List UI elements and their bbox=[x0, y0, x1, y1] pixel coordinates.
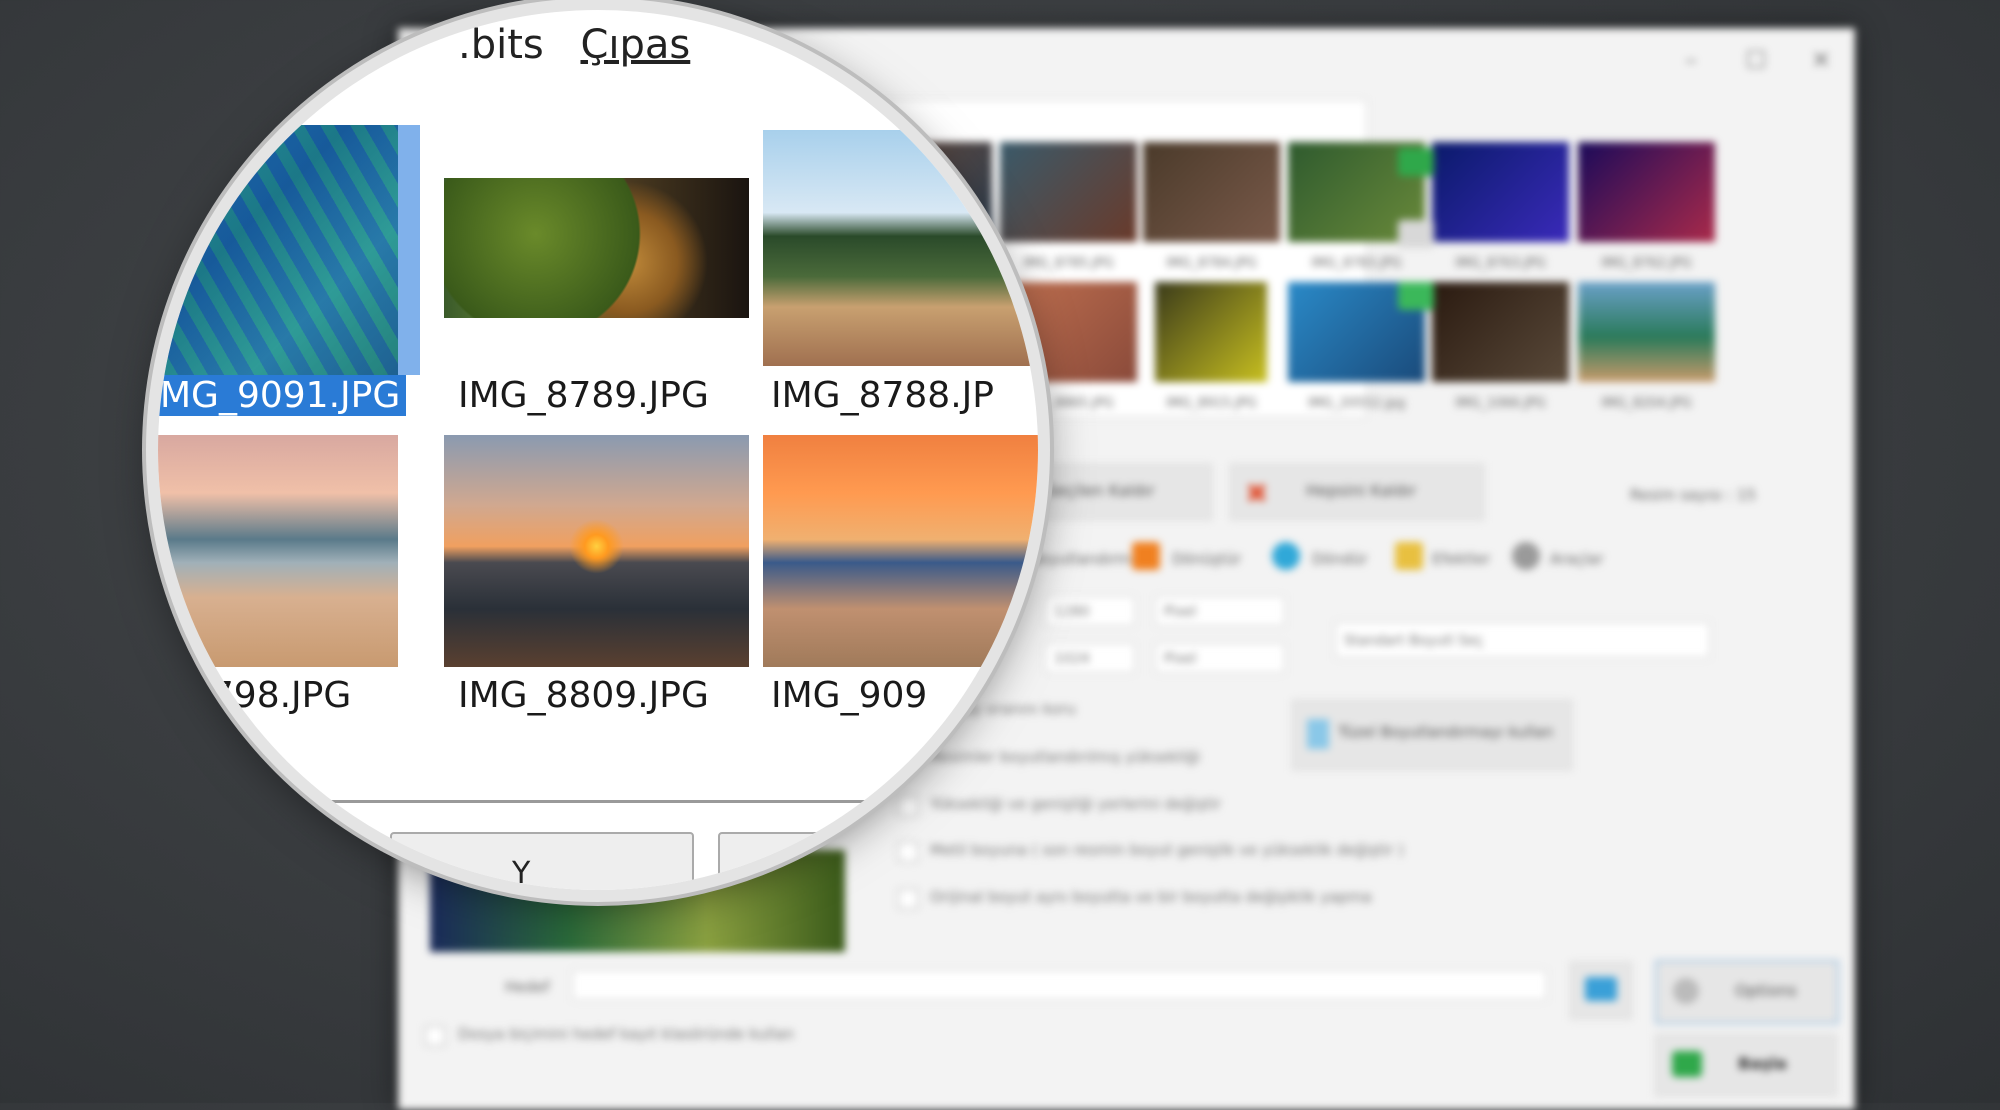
remove-selected-label: Seçilen Kaldır bbox=[1046, 481, 1155, 500]
tab-rotate[interactable]: Döndür bbox=[1312, 550, 1367, 568]
start-button[interactable]: Başla bbox=[1655, 1034, 1837, 1096]
output-label: Hedef bbox=[505, 978, 550, 996]
add-folder-icon[interactable] bbox=[1398, 220, 1434, 248]
thumbnail-caption: IMG_8784.JPG bbox=[1166, 256, 1257, 271]
thumbnail-caption: IMG_8762.JPG bbox=[1601, 256, 1692, 271]
add-images-icon[interactable] bbox=[1398, 148, 1434, 176]
thumbnail[interactable] bbox=[1578, 142, 1715, 242]
options-label: Options bbox=[1735, 981, 1797, 1000]
title-fragment: .bits bbox=[458, 22, 544, 68]
width-input[interactable]: 1280 bbox=[1045, 596, 1135, 626]
thumbnail-img-9092[interactable] bbox=[763, 435, 1038, 667]
magnifier-lens: .bits Çıpas MG_9091.JPG IMG_8789.JPG IMG… bbox=[158, 10, 1038, 890]
tab-effects[interactable]: Efektler bbox=[1432, 550, 1490, 568]
thumbnail-img-8788[interactable] bbox=[763, 130, 1038, 366]
selection-highlight bbox=[398, 125, 420, 375]
effects-icon bbox=[1395, 542, 1423, 570]
thumbnail-caption: IMG_8783.JPG bbox=[1311, 256, 1402, 271]
tab-convert[interactable]: Dönüştür bbox=[1172, 550, 1241, 568]
preset-size-select[interactable]: Standart Boyutl Seç bbox=[1335, 622, 1710, 658]
thumbnail-caption[interactable]: 8798.JPG bbox=[188, 675, 351, 716]
thumbnail-img-8798[interactable] bbox=[158, 435, 398, 667]
thumbnail[interactable] bbox=[1578, 282, 1715, 382]
gear-icon bbox=[1673, 978, 1699, 1004]
swap-dimensions-checkbox[interactable] bbox=[898, 796, 918, 816]
custom-resize-icon bbox=[1307, 719, 1329, 749]
thumbnail[interactable] bbox=[1432, 142, 1569, 242]
resized-height-label: Resimler boyutlandırılmış yüksekliği bbox=[930, 748, 1201, 766]
thumbnail-caption-selected[interactable]: MG_9091.JPG bbox=[158, 375, 407, 416]
window-title: .bits Çıpas bbox=[458, 22, 690, 68]
default-format-label: Dosya biçimini hedef kayıt klasöründe ku… bbox=[458, 1025, 795, 1043]
options-button[interactable]: Options bbox=[1655, 960, 1839, 1024]
height-unit-select[interactable]: Pixel bbox=[1155, 643, 1285, 673]
remove-all-icon: ✖ bbox=[1245, 477, 1269, 510]
remove-all-button[interactable]: ✖ Hepsini Kaldır bbox=[1230, 464, 1484, 520]
default-format-checkbox[interactable] bbox=[425, 1026, 445, 1046]
thumbnail-caption[interactable]: IMG_8809.JPG bbox=[458, 675, 709, 716]
thumbnail[interactable] bbox=[1143, 142, 1280, 242]
thumbnail-img-8789[interactable] bbox=[444, 178, 749, 318]
thumbnail-caption[interactable]: IMG_909 bbox=[771, 675, 927, 716]
browse-folder-button[interactable] bbox=[1570, 962, 1632, 1019]
thumbnail-caption: IMG_8763.JPG bbox=[1455, 256, 1546, 271]
folder-icon bbox=[1585, 977, 1617, 1001]
height-input[interactable]: 1024 bbox=[1045, 643, 1135, 673]
lens-button[interactable]: Y bbox=[390, 832, 694, 890]
image-count: Resim sayısı : 15 bbox=[1630, 486, 1757, 504]
thumbnail[interactable] bbox=[1155, 282, 1267, 382]
tab-tools[interactable]: Araçlar bbox=[1550, 550, 1603, 568]
custom-resize-label: Tüzel Boyutlandırmayı kullan bbox=[1338, 723, 1554, 741]
thumbnail-caption: IMG_1066.JPG bbox=[1455, 396, 1546, 411]
thumbnail-caption: IMG_8915.JPG bbox=[1166, 396, 1257, 411]
convert-icon bbox=[1132, 542, 1160, 570]
lens-button-label: Y bbox=[512, 856, 531, 890]
thumbnail-caption[interactable]: IMG_8789.JPG bbox=[458, 375, 709, 416]
thumbnail-img-9091[interactable] bbox=[158, 125, 398, 375]
start-label: Başla bbox=[1738, 1054, 1787, 1073]
thumbnail-caption: IMG_8204.JPG bbox=[1601, 396, 1692, 411]
menu-fragment[interactable]: Çıpas bbox=[580, 22, 690, 68]
output-path-input[interactable] bbox=[572, 970, 1547, 1000]
original-size-label: Orijinal boyut aynı boyutta ve bir boyut… bbox=[930, 888, 1372, 906]
tab-resize[interactable]: Boyutlandırma bbox=[1030, 550, 1140, 568]
original-size-checkbox[interactable] bbox=[898, 889, 918, 909]
custom-resize-button[interactable]: Tüzel Boyutlandırmayı kullan bbox=[1292, 700, 1572, 770]
tools-icon bbox=[1512, 542, 1540, 570]
thumbnail-img-8809[interactable] bbox=[444, 435, 749, 667]
swap-dimensions-label: Yüksekliği ve genişliği yerlerini değişt… bbox=[930, 795, 1221, 813]
width-unit-select[interactable]: Pixel bbox=[1155, 596, 1285, 626]
rotate-icon bbox=[1272, 542, 1300, 570]
gallery-bottom-border bbox=[158, 800, 1038, 803]
remove-image-icon[interactable] bbox=[1398, 282, 1434, 310]
lens-button-2[interactable] bbox=[718, 832, 1022, 890]
thumbnail[interactable] bbox=[1432, 282, 1569, 382]
thumbnail-caption[interactable]: IMG_8788.JP bbox=[771, 375, 994, 416]
remove-all-label: Hepsini Kaldır bbox=[1306, 481, 1417, 500]
start-icon bbox=[1672, 1051, 1702, 1077]
thumbnail-caption: IMG_20552.jpg bbox=[1307, 396, 1406, 411]
